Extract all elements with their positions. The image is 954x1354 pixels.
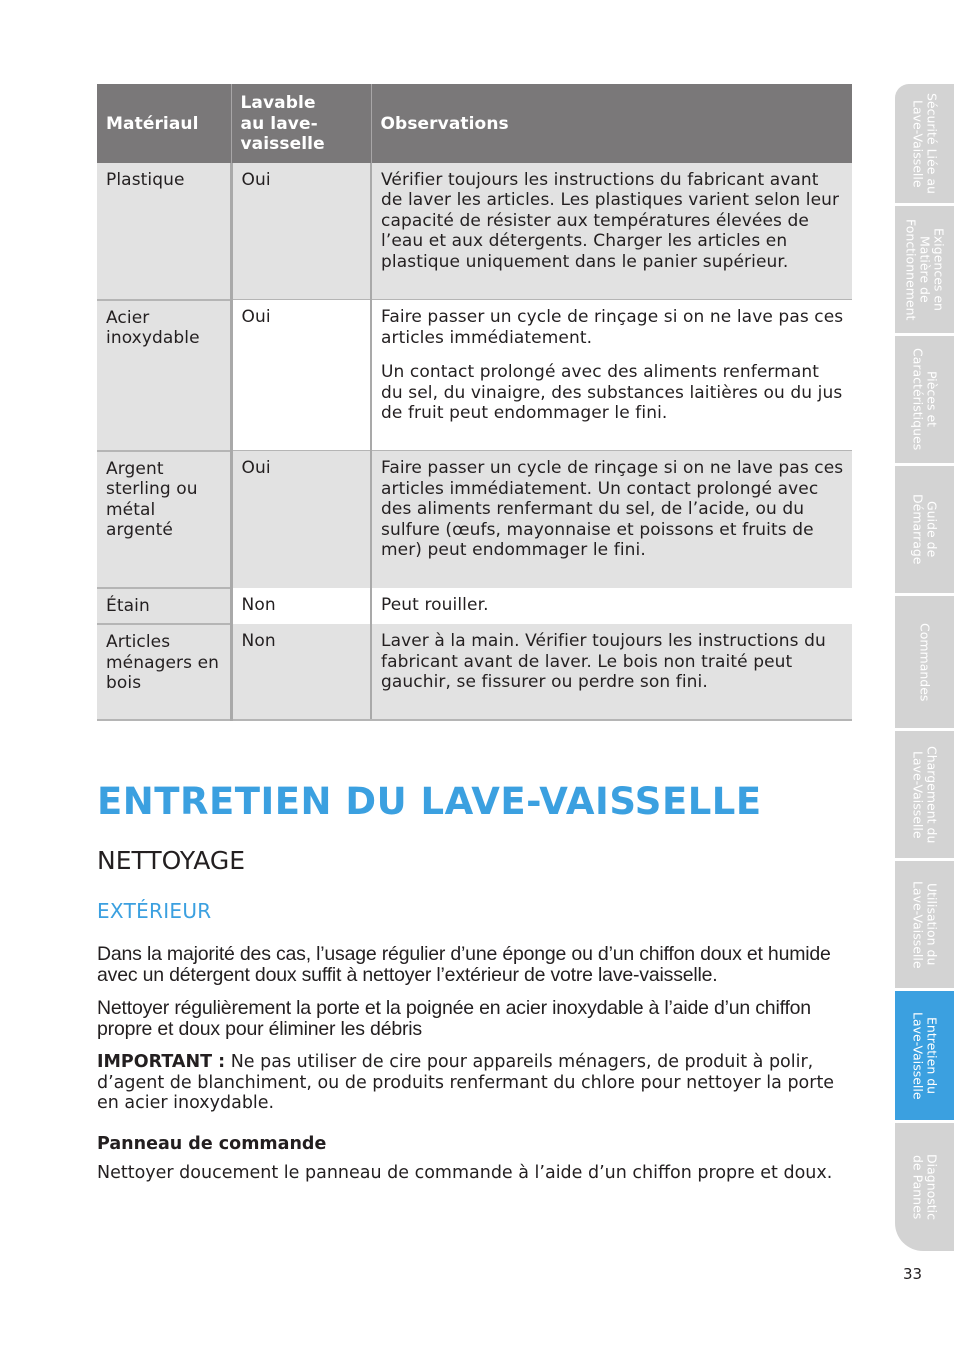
observations-cell: Laver à la main. Vérifier toujours les i… [371,624,852,721]
tab-commandes[interactable]: Commandes [895,596,954,728]
header-material: Matériaul [97,84,231,163]
tab-exigences[interactable]: Exigences en Matière de Fonctionnement [895,206,954,333]
tab-chargement[interactable]: Chargement du Lave-Vaisselle [895,731,954,858]
tab-label: Chargement du Lave-Vaisselle [910,745,940,844]
table-row: Acier inoxydable Oui Faire passer un cyc… [97,299,852,452]
material-cell: Étain [97,587,233,625]
tab-label: Utilisation du Lave-Vaisselle [910,880,940,969]
table-row: Argent sterling ou métal argenté Oui Fai… [97,450,852,589]
observation-text: Faire passer un cycle de rinçage si on n… [381,458,844,560]
observations-cell: Vérifier toujours les instructions du fa… [371,162,852,300]
page-number: 33 [903,1265,923,1283]
material-cell: Argent sterling ou métal argenté [97,450,233,589]
tab-label: Pièces et Caractéristiques [910,348,940,451]
tab-label: Guide de Démarrage [910,494,940,565]
table-row: Étain Non Peut rouiller. [97,587,852,625]
section-subtitle: NETTOYAGE [97,846,246,875]
washable-cell: Oui [231,299,372,451]
header-washable: Lavable au lave- vaisselle [230,84,371,163]
tab-label: Sécurité Liée au Lave-Vaisselle [910,93,940,194]
material-cell: Acier inoxydable [97,299,233,452]
tab-guide-demarrage[interactable]: Guide de Démarrage [895,466,954,593]
section-title: ENTRETIEN DU LAVE-VAISSELLE [97,780,762,823]
body-content: Dans la majorité des cas, l’usage réguli… [97,944,857,1197]
tab-pieces[interactable]: Pièces et Caractéristiques [895,336,954,463]
tab-securite[interactable]: Sécurité Liée au Lave-Vaisselle [895,84,954,203]
panel-text: Nettoyer doucement le panneau de command… [97,1163,833,1183]
washable-cell: Oui [231,450,372,588]
table-row: Plastique Oui Vérifier toujours les inst… [97,162,852,301]
materials-table: Matériaul Lavable au lave- vaisselle Obs… [97,84,852,721]
paragraph-exterior-1: Dans la majorité des cas, l’usage réguli… [97,943,831,986]
panel-heading: Panneau de commande [97,1133,327,1154]
observations-cell: Faire passer un cycle de rinçage si on n… [371,450,852,588]
header-observations: Observations [370,84,852,163]
tab-label: Diagnostic de Pannes [910,1153,940,1221]
material-cell: Articles ménagers en bois [97,624,233,721]
washable-cell: Oui [231,162,372,300]
important-note: IMPORTANT : Ne pas utiliser de cire pour… [97,1052,857,1114]
observation-text: Laver à la main. Vérifier toujours les i… [381,631,826,692]
table-header-row: Matériaul Lavable au lave- vaisselle Obs… [97,84,852,163]
tab-label: Exigences en Matière de Fonctionnement [903,218,947,321]
material-cell: Plastique [97,162,233,301]
observations-cell: Peut rouiller. [371,587,852,624]
observation-text: Vérifier toujours les instructions du fa… [381,169,840,272]
tab-label: Commandes [917,622,933,702]
important-label: IMPORTANT : [97,1052,226,1072]
washable-cell: Non [231,587,372,624]
tab-utilisation[interactable]: Utilisation du Lave-Vaisselle [895,861,954,988]
tab-entretien[interactable]: Entretien du Lave-Vaisselle [895,991,954,1120]
paragraph-exterior-2: Nettoyer régulièrement la porte et la po… [97,997,811,1040]
tab-diagnostic[interactable]: Diagnostic de Pannes [895,1123,954,1251]
observation-text: Un contact prolongé avec des aliments re… [381,362,843,423]
tab-label: Entretien du Lave-Vaisselle [910,1011,940,1100]
observations-cell: Faire passer un cycle de rinçage si on n… [371,299,852,451]
observation-text: Faire passer un cycle de rinçage si on n… [381,307,844,348]
subsection-title: EXTÉRIEUR [97,899,212,923]
washable-cell: Non [231,624,372,721]
observation-text: Peut rouiller. [381,594,489,615]
table-row: Articles ménagers en bois Non Laver à la… [97,624,852,721]
